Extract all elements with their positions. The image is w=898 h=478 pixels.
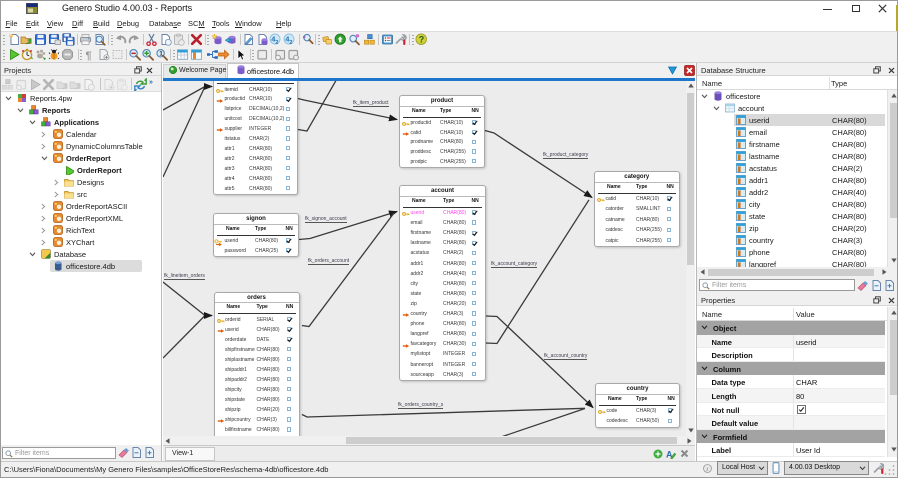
svg-text:i: i [706, 466, 708, 473]
svg-text:2: 2 [289, 40, 292, 46]
svg-text:¶: ¶ [85, 50, 91, 61]
svg-text:1: 1 [159, 51, 163, 58]
svg-text:2: 2 [275, 40, 278, 46]
svg-text:?: ? [419, 35, 425, 45]
